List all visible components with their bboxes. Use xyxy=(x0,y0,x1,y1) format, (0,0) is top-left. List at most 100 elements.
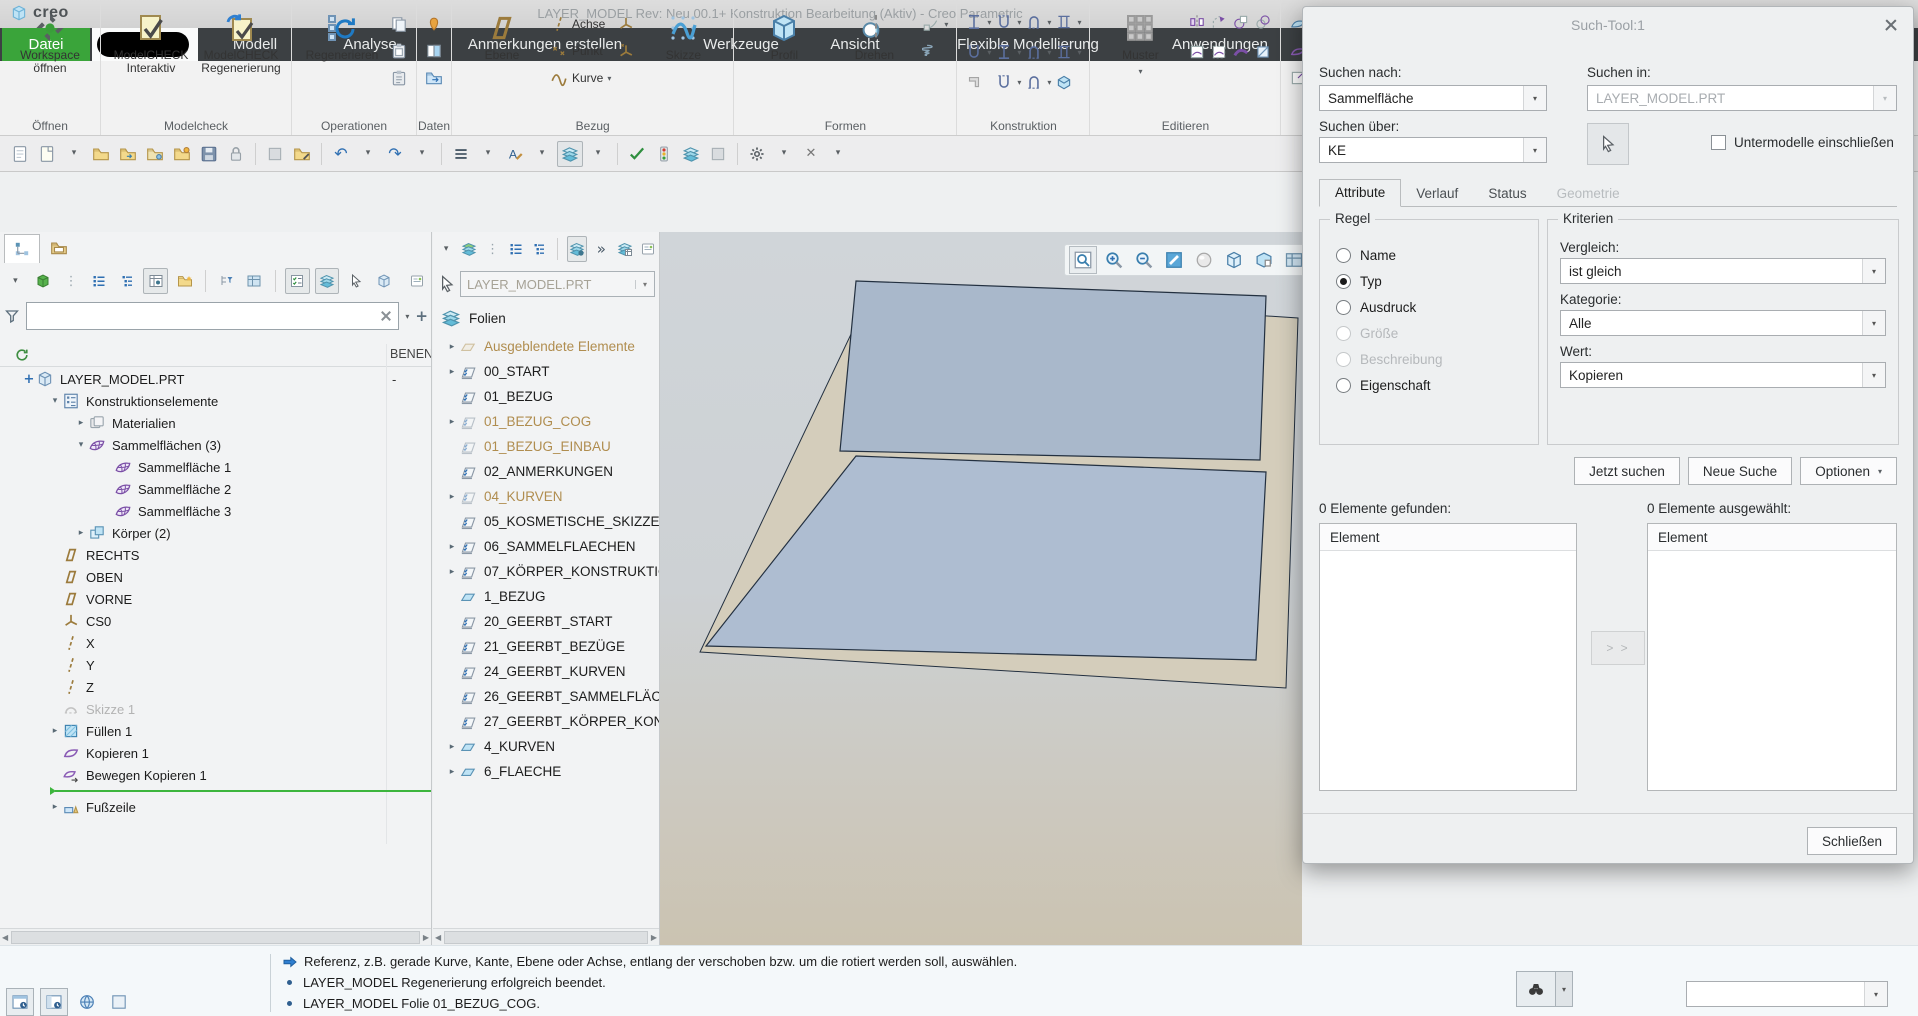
ribbon-button-skizze[interactable]: Skizze xyxy=(641,6,725,62)
cursor-icon[interactable] xyxy=(437,274,457,294)
ribbon-group-label[interactable]: Konstruktion xyxy=(957,119,1089,133)
ribbon-tool-achse[interactable]: Achse xyxy=(550,14,611,34)
zoom-out-button[interactable] xyxy=(1131,247,1157,273)
open-menu-button[interactable]: ▾ xyxy=(62,142,86,166)
ribbon-tool-konstruktion-5[interactable]: ▾ xyxy=(965,42,991,62)
layer-item-07-körper-konstruktion[interactable]: ▸07_KÖRPER_KONSTRUKTION xyxy=(433,559,660,584)
ribbon-tool-projizieren[interactable] xyxy=(1188,42,1206,62)
full-window-button[interactable] xyxy=(106,989,132,1015)
close-icon[interactable] xyxy=(1883,17,1899,33)
layer-item-27-geerbt-körper-konstruktion[interactable]: 27_GEERBT_KÖRPER_KONSTRUKTION xyxy=(433,709,660,734)
open-workspace-button[interactable] xyxy=(116,142,140,166)
ribbon-tool-konstruktion-4[interactable]: ▾ xyxy=(1055,12,1081,32)
ribbon-tool-spiralzug[interactable] xyxy=(922,41,948,61)
close-button[interactable]: Schließen xyxy=(1807,827,1897,855)
ribbon-tool-copy[interactable] xyxy=(390,14,408,34)
rule-option-name[interactable]: Name xyxy=(1336,242,1538,268)
expander-icon[interactable]: ▸ xyxy=(445,542,459,552)
ribbon-tool-paste[interactable] xyxy=(390,41,408,61)
tree-item-bewegen-kopieren-1[interactable]: Bewegen Kopieren 1 xyxy=(0,764,432,786)
tree-item-rechts[interactable]: RECHTS xyxy=(0,544,432,566)
layer-item-01-bezug-einbau[interactable]: 01_BEZUG_EINBAU xyxy=(433,434,660,459)
repaint-button[interactable] xyxy=(1161,247,1187,273)
model-tree-tab[interactable] xyxy=(4,234,40,263)
ribbon-tool-data-2[interactable] xyxy=(425,41,443,61)
undo-button[interactable]: ↶ xyxy=(329,142,353,166)
layer-item-24-geerbt-kurven[interactable]: 24_GEERBT_KURVEN xyxy=(433,659,660,684)
ribbon-tool-konstruktion-2[interactable]: ▾ xyxy=(995,12,1021,32)
look-by-combo[interactable]: KE▾ xyxy=(1319,137,1547,163)
compare-combo[interactable]: ist gleich▾ xyxy=(1560,258,1886,284)
tree-item-sammelfläche-3[interactable]: Sammelfläche 3 xyxy=(0,500,432,522)
ribbon-tool-data-3[interactable] xyxy=(425,68,443,88)
web-browser-button[interactable] xyxy=(74,989,100,1015)
tree-columns-button[interactable] xyxy=(243,269,266,293)
tab-attribute[interactable]: Attribute xyxy=(1319,179,1401,207)
radio-icon[interactable] xyxy=(1336,274,1351,289)
tree-item-sammelfläche-1[interactable]: Sammelfläche 1 xyxy=(0,456,432,478)
ribbon-tool-standard-koordinatensystem[interactable] xyxy=(617,41,635,61)
selection-filter-combo[interactable]: ▾ xyxy=(1686,981,1888,1007)
saved-views-button[interactable] xyxy=(1221,247,1247,273)
ribbon-tool-verfestigen[interactable] xyxy=(1254,42,1272,62)
layer-item-6-flaeche[interactable]: ▸6_FLAECHE xyxy=(433,759,660,784)
tree-item-x[interactable]: X xyxy=(0,632,432,654)
filter-tree-button[interactable] xyxy=(215,269,238,293)
ribbon-tool-koordinatensystem[interactable] xyxy=(617,14,635,34)
found-list[interactable]: Element xyxy=(1319,523,1577,791)
ribbon-tool-trimmen[interactable] xyxy=(1232,12,1250,32)
layer-scope-combo[interactable]: LAYER_MODEL.PRT ▾ xyxy=(460,271,655,297)
tab-status[interactable]: Status xyxy=(1473,181,1541,207)
component-select-button[interactable] xyxy=(372,269,395,293)
navigator-window-button[interactable] xyxy=(6,988,34,1016)
tree-item-skizze-1[interactable]: Skizze 1 xyxy=(0,698,432,720)
layer-item-ausgeblendete-elemente[interactable]: ▸Ausgeblendete Elemente xyxy=(433,334,660,359)
layer-item-21-geerbt-bezüge[interactable]: 21_GEERBT_BEZÜGE xyxy=(433,634,660,659)
tree-item-layer-model-prt[interactable]: +LAYER_MODEL.PRT- xyxy=(0,368,432,390)
collapse-all-button[interactable] xyxy=(530,237,548,261)
tree-item-sammelfläche-2[interactable]: Sammelfläche 2 xyxy=(0,478,432,500)
layer-item-1-bezug[interactable]: 1_BEZUG xyxy=(433,584,660,609)
expander-icon[interactable]: ▸ xyxy=(48,802,62,812)
expand-all-button[interactable] xyxy=(507,237,525,261)
upper-surface[interactable] xyxy=(840,281,1266,460)
close-window-button[interactable]: ✕ xyxy=(799,142,823,166)
tree-item-körper-2-[interactable]: ▸Körper (2) xyxy=(0,522,432,544)
regeneration-manager-button[interactable] xyxy=(652,142,676,166)
search-now-button[interactable]: Jetzt suchen xyxy=(1574,457,1680,485)
tree-options-button[interactable]: ▾ xyxy=(4,269,27,293)
rule-option-ausdruck[interactable]: Ausdruck xyxy=(1336,294,1538,320)
manage-files-button[interactable] xyxy=(290,142,314,166)
section-view-button[interactable] xyxy=(1251,247,1277,273)
ribbon-tool-konstruktion-1[interactable]: ▾ xyxy=(965,12,991,32)
ribbon-tool-verdicken[interactable] xyxy=(1232,42,1250,62)
add-filter-icon[interactable]: + xyxy=(415,309,428,324)
layer-card-button[interactable] xyxy=(639,237,657,261)
options-button[interactable] xyxy=(745,142,769,166)
graphics-viewport[interactable] xyxy=(660,232,1302,945)
ribbon-tool-data-1[interactable] xyxy=(425,14,443,34)
expand-all-button[interactable] xyxy=(88,269,111,293)
window-display-button[interactable] xyxy=(706,142,730,166)
layer-visibility-button[interactable] xyxy=(567,236,587,262)
options-button[interactable]: Optionen▾ xyxy=(1800,457,1897,485)
layer-info-button[interactable] xyxy=(616,237,634,261)
radio-icon[interactable] xyxy=(1336,300,1351,315)
tree-item-materialien[interactable]: ▸Materialien xyxy=(0,412,432,434)
drag-button[interactable]: ⋮ xyxy=(484,237,502,261)
ribbon-tool-spiegeln[interactable] xyxy=(1188,12,1206,32)
expander-icon[interactable]: ▸ xyxy=(445,492,459,502)
display-menu-button[interactable]: ▾ xyxy=(586,142,610,166)
benennung-column-header[interactable]: BENENNUNG xyxy=(390,347,432,361)
ribbon-tool-versatz[interactable] xyxy=(1254,12,1272,32)
close-menu-button[interactable]: ▾ xyxy=(826,142,850,166)
expander-icon[interactable]: ▸ xyxy=(445,367,459,377)
expander-icon[interactable]: ▸ xyxy=(74,528,88,538)
redo-button[interactable]: ↷ xyxy=(383,142,407,166)
ribbon-tool-konstruktion-8[interactable]: ▾ xyxy=(1055,42,1081,62)
redo-menu-button[interactable]: ▾ xyxy=(410,142,434,166)
show-model-button[interactable] xyxy=(32,269,55,293)
more-tools-button[interactable]: » xyxy=(592,237,610,261)
layers-root[interactable]: Folien xyxy=(433,306,660,330)
tree-item-vorne[interactable]: VORNE xyxy=(0,588,432,610)
